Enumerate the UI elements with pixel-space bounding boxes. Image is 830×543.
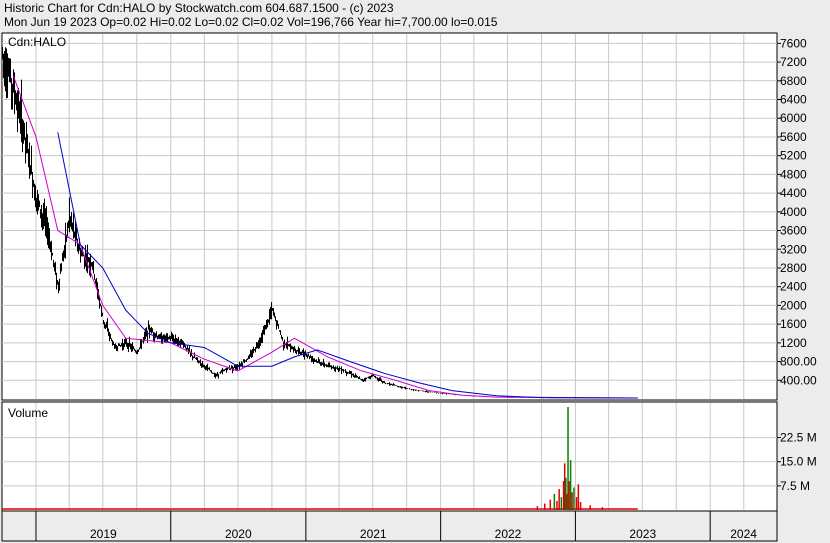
price-tick-label: 2800	[780, 261, 807, 275]
price-tick-label: 1200	[780, 336, 807, 350]
volume-tick-label: 15.0 M	[780, 455, 817, 469]
price-tick-label: 2000	[780, 298, 807, 312]
year-label: 2020	[225, 527, 252, 541]
price-tick-label: 6400	[780, 93, 807, 107]
price-panel-label: Cdn:HALO	[8, 35, 66, 49]
year-label: 2023	[629, 527, 656, 541]
price-tick-label: 400.00	[780, 373, 817, 387]
price-tick-label: 7600	[780, 36, 807, 50]
price-tick-label: 4800	[780, 167, 807, 181]
year-label: 2024	[730, 527, 757, 541]
price-tick-label: 4400	[780, 186, 807, 200]
price-tick-label: 800.00	[780, 355, 817, 369]
price-tick-label: 6000	[780, 111, 807, 125]
volume-panel-label: Volume	[8, 406, 48, 420]
price-tick-label: 3600	[780, 224, 807, 238]
price-tick-label: 3200	[780, 242, 807, 256]
time-axis-band	[1, 510, 778, 542]
price-tick-label: 5200	[780, 149, 807, 163]
price-tick-label: 2400	[780, 280, 807, 294]
volume-tick-label: 22.5 M	[780, 431, 817, 445]
year-label: 2021	[360, 527, 387, 541]
volume-panel	[1, 401, 778, 512]
price-tick-label: 6800	[780, 74, 807, 88]
volume-tick-label: 7.5 M	[780, 479, 810, 493]
year-label: 2019	[90, 527, 117, 541]
year-label: 2022	[495, 527, 522, 541]
price-tick-label: 1600	[780, 317, 807, 331]
chart-canvas: 7600 7200 6800 6400 6000 5600 5200 4800 4400 4000…	[1, 32, 817, 542]
price-tick-label: 7200	[780, 55, 807, 69]
price-tick-label: 4000	[780, 205, 807, 219]
price-tick-label: 5600	[780, 130, 807, 144]
